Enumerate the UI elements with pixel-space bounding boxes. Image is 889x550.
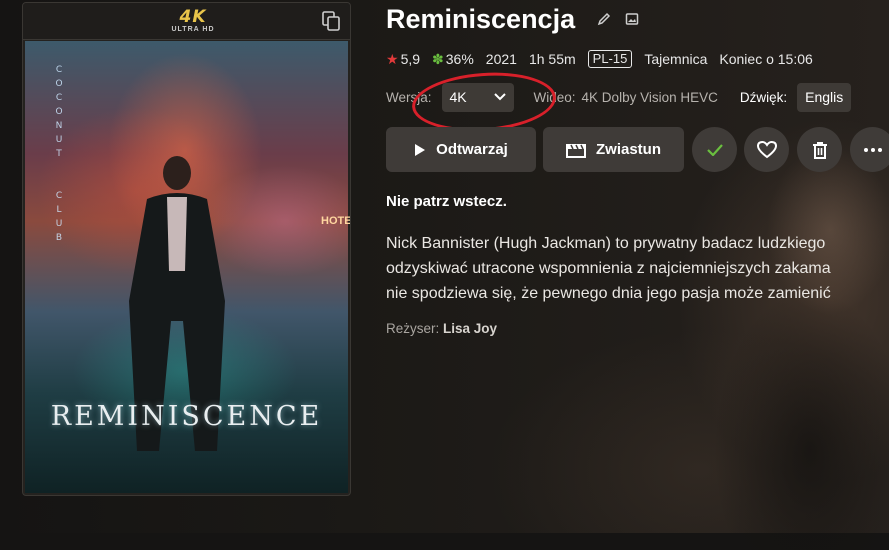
backdrop-figure xyxy=(690,120,889,550)
audio-select-value: Englis xyxy=(805,89,844,105)
meta-row: ★ 5,9 ✽ 36% 2021 1h 55m PL-15 Tajemnica … xyxy=(386,50,813,68)
director-label: Reżyser: xyxy=(386,321,440,336)
audio-label: Dźwięk: xyxy=(739,89,788,105)
poster-header: 4K ULTRA HD xyxy=(23,3,350,40)
poster-hotel-sign: HOTE xyxy=(321,215,351,227)
heart-icon xyxy=(756,140,777,158)
director-name-link[interactable]: Lisa Joy xyxy=(443,321,497,336)
more-icon xyxy=(863,147,882,152)
film-icon xyxy=(565,142,586,158)
edit-icon[interactable] xyxy=(597,12,611,31)
star-icon: ★ xyxy=(386,50,399,67)
community-rating: 5,9 xyxy=(400,51,421,67)
tagline: Nie patrz wstecz. xyxy=(386,193,507,210)
video-value: 4K Dolby Vision HEVC xyxy=(581,89,718,105)
play-button[interactable]: Odtwarzaj xyxy=(386,127,536,172)
runtime: 1h 55m xyxy=(528,51,576,67)
badge-ultra-hd-text: ULTRA HD xyxy=(171,26,215,33)
version-label: Wersja: xyxy=(386,89,432,105)
mark-played-button[interactable] xyxy=(692,127,737,172)
content-rating-badge: PL-15 xyxy=(587,50,633,68)
version-select-value: 4K xyxy=(449,89,467,105)
overview-line: Nick Bannister (Hugh Jackman) to prywatn… xyxy=(386,235,826,252)
image-icon[interactable] xyxy=(625,12,639,31)
audience-score: 36% xyxy=(445,51,474,67)
poster-title: REMINISCENCE xyxy=(50,401,323,432)
page-title: Reminiscencja xyxy=(386,4,576,34)
trailer-button-label: Zwiastun xyxy=(595,141,661,158)
poster-card[interactable]: 4K ULTRA HD COCONUTCLUB HOTE REMINISCENC… xyxy=(22,2,351,496)
trash-icon xyxy=(812,141,827,159)
video-label: Wideo: xyxy=(533,89,576,105)
poster-neon-sign: COCONUTCLUB xyxy=(55,65,63,243)
more-button[interactable] xyxy=(850,127,889,172)
play-button-label: Odtwarzaj xyxy=(436,141,508,158)
director-row: Reżyser: Lisa Joy xyxy=(386,321,497,336)
delete-button[interactable] xyxy=(797,127,842,172)
title-actions xyxy=(597,12,649,31)
audience-score-icon: ✽ xyxy=(432,50,444,67)
play-icon xyxy=(414,143,426,157)
version-select[interactable]: 4K xyxy=(441,82,514,112)
overview: Nick Bannister (Hugh Jackman) to prywatn… xyxy=(386,231,889,306)
version-row: Wersja: 4K Wideo: 4K Dolby Vision HEVC D… xyxy=(386,82,852,112)
ultra-hd-badge: 4K ULTRA HD xyxy=(163,7,223,34)
ends-at: Koniec o 15:06 xyxy=(719,51,813,67)
genre: Tajemnica xyxy=(644,51,708,67)
trailer-button[interactable]: Zwiastun xyxy=(543,127,684,172)
copy-icon[interactable] xyxy=(322,11,340,31)
year: 2021 xyxy=(485,51,517,67)
badge-4k-text: 4K xyxy=(179,7,207,27)
audio-select[interactable]: Englis xyxy=(797,82,852,112)
favorite-button[interactable] xyxy=(744,127,789,172)
chevron-down-icon xyxy=(493,93,506,101)
overview-line: odzyskiwać utracone wspomnienia z najcie… xyxy=(386,260,831,277)
overview-line: nie spodziewa się, że pewnego dnia jego … xyxy=(386,285,831,302)
check-icon xyxy=(706,143,723,156)
poster-image: COCONUTCLUB HOTE REMINISCENCE xyxy=(25,41,351,493)
